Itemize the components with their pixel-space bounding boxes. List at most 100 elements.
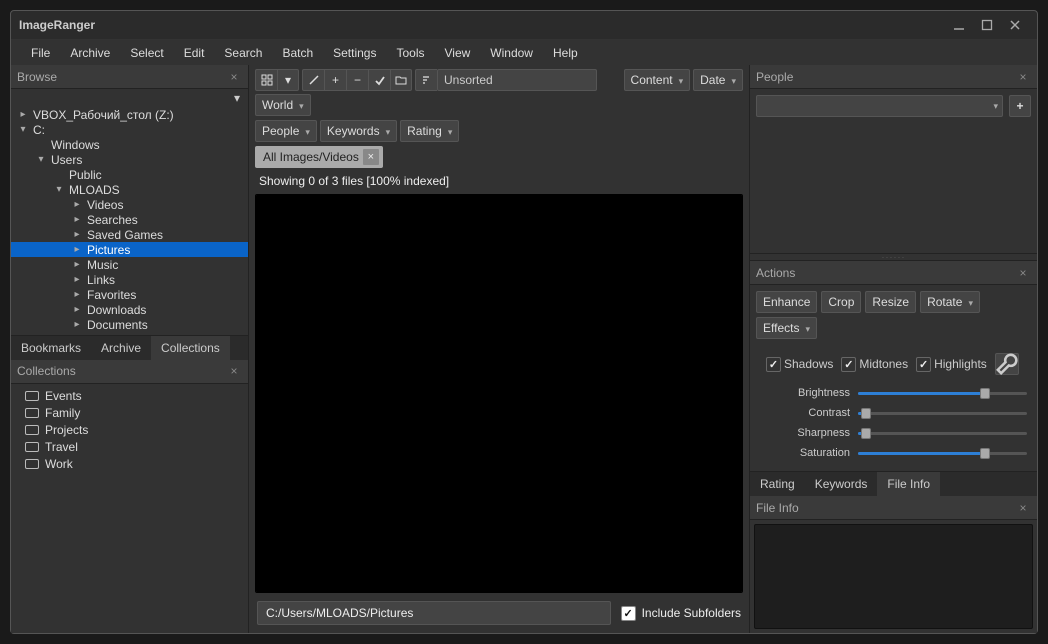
tree-row[interactable]: Links [11, 272, 248, 287]
slider-thumb[interactable] [980, 388, 990, 399]
include-subfolders-checkbox[interactable]: Include Subfolders [621, 606, 741, 621]
slider-thumb[interactable] [980, 448, 990, 459]
edit-button[interactable] [302, 69, 324, 91]
current-path-field[interactable]: C:/Users/MLOADS/Pictures [257, 601, 611, 625]
window-close-button[interactable] [1001, 15, 1029, 35]
people-select-dropdown[interactable] [756, 95, 1003, 117]
filter-content-button[interactable]: Content [624, 69, 691, 91]
menu-view[interactable]: View [437, 42, 479, 64]
menu-window[interactable]: Window [482, 42, 541, 64]
tree-row[interactable]: C: [11, 122, 248, 137]
tab-archive[interactable]: Archive [91, 336, 151, 360]
window-maximize-button[interactable] [973, 15, 1001, 35]
browse-panel-close-icon[interactable]: × [226, 70, 242, 84]
tab-bookmarks[interactable]: Bookmarks [11, 336, 91, 360]
chevron-right-icon[interactable] [71, 199, 83, 210]
slider-sharpness[interactable]: Sharpness [756, 423, 1031, 443]
tree-row[interactable]: Documents [11, 317, 248, 332]
sort-field-dropdown[interactable]: Unsorted [437, 69, 597, 91]
chevron-right-icon[interactable] [71, 259, 83, 270]
slider-contrast[interactable]: Contrast [756, 403, 1031, 423]
slider-thumb[interactable] [861, 428, 871, 439]
folder-button[interactable] [390, 69, 412, 91]
tree-options-dropdown[interactable]: ▾ [11, 91, 248, 107]
effects-button[interactable]: Effects [756, 317, 817, 339]
menu-help[interactable]: Help [545, 42, 586, 64]
tab-rating[interactable]: Rating [750, 472, 805, 496]
filter-chip-close-icon[interactable]: × [363, 149, 379, 165]
view-grid-split-button[interactable]: ▾ [277, 69, 299, 91]
shadows-checkbox[interactable]: Shadows [766, 357, 833, 372]
slider-thumb[interactable] [861, 408, 871, 419]
tab-fileinfo[interactable]: File Info [877, 472, 940, 496]
chevron-right-icon[interactable] [17, 109, 29, 120]
menu-search[interactable]: Search [216, 42, 270, 64]
filter-chip-all[interactable]: All Images/Videos × [255, 146, 383, 168]
sort-direction-button[interactable] [415, 69, 437, 91]
chevron-right-icon[interactable] [71, 304, 83, 315]
remove-button[interactable]: − [346, 69, 368, 91]
filter-date-button[interactable]: Date [693, 69, 743, 91]
chevron-right-icon[interactable] [71, 289, 83, 300]
collection-item[interactable]: Events [11, 388, 248, 405]
tree-row[interactable]: MLOADS [11, 182, 248, 197]
filter-people-button[interactable]: People [255, 120, 317, 142]
thumbnail-viewport[interactable] [255, 194, 743, 593]
tree-row[interactable]: VBOX_Рабочий_стол (Z:) [11, 107, 248, 122]
filter-keywords-button[interactable]: Keywords [320, 120, 397, 142]
chevron-right-icon[interactable] [71, 244, 83, 255]
enhance-button[interactable]: Enhance [756, 291, 817, 313]
collections-panel-close-icon[interactable]: × [226, 364, 242, 378]
chevron-right-icon[interactable] [71, 319, 83, 330]
view-grid-button[interactable] [255, 69, 277, 91]
chevron-right-icon[interactable] [71, 214, 83, 225]
tree-row[interactable]: Saved Games [11, 227, 248, 242]
collection-item[interactable]: Work [11, 456, 248, 473]
rotate-button[interactable]: Rotate [920, 291, 980, 313]
add-button[interactable]: + [324, 69, 346, 91]
confirm-button[interactable] [368, 69, 390, 91]
chevron-down-icon[interactable] [53, 184, 65, 195]
filter-world-button[interactable]: World [255, 94, 311, 116]
menu-settings[interactable]: Settings [325, 42, 384, 64]
window-minimize-button[interactable] [945, 15, 973, 35]
menu-select[interactable]: Select [122, 42, 171, 64]
collection-item[interactable]: Family [11, 405, 248, 422]
menu-batch[interactable]: Batch [274, 42, 321, 64]
highlights-checkbox[interactable]: Highlights [916, 357, 987, 372]
chevron-down-icon[interactable] [17, 124, 29, 135]
slider-brightness[interactable]: Brightness [756, 383, 1031, 403]
tree-row[interactable]: Pictures [11, 242, 248, 257]
midtones-checkbox[interactable]: Midtones [841, 357, 908, 372]
actions-panel-close-icon[interactable]: × [1015, 266, 1031, 280]
adjust-settings-button[interactable] [995, 353, 1019, 375]
crop-button[interactable]: Crop [821, 291, 861, 313]
menu-archive[interactable]: Archive [62, 42, 118, 64]
tree-row[interactable]: Music [11, 257, 248, 272]
tree-row[interactable]: Users [11, 152, 248, 167]
collection-item[interactable]: Travel [11, 439, 248, 456]
resize-button[interactable]: Resize [865, 291, 916, 313]
filter-rating-button[interactable]: Rating [400, 120, 459, 142]
tree-row[interactable]: Videos [11, 197, 248, 212]
menu-file[interactable]: File [23, 42, 58, 64]
fileinfo-panel-close-icon[interactable]: × [1015, 501, 1031, 515]
tree-row[interactable]: Windows [11, 137, 248, 152]
menu-tools[interactable]: Tools [388, 42, 432, 64]
tab-collections[interactable]: Collections [151, 336, 230, 360]
tree-row[interactable]: Downloads [11, 302, 248, 317]
slider-track[interactable] [858, 425, 1027, 441]
tree-row[interactable]: Searches [11, 212, 248, 227]
people-add-button[interactable]: + [1009, 95, 1031, 117]
chevron-down-icon[interactable] [35, 154, 47, 165]
tab-keywords[interactable]: Keywords [805, 472, 878, 496]
tree-row[interactable]: Favorites [11, 287, 248, 302]
slider-track[interactable] [858, 445, 1027, 461]
chevron-right-icon[interactable] [71, 229, 83, 240]
tree-row[interactable]: Public [11, 167, 248, 182]
folder-tree[interactable]: ▾ VBOX_Рабочий_стол (Z:)C:WindowsUsersPu… [11, 89, 248, 335]
slider-track[interactable] [858, 405, 1027, 421]
collection-item[interactable]: Projects [11, 422, 248, 439]
menu-edit[interactable]: Edit [176, 42, 213, 64]
people-panel-close-icon[interactable]: × [1015, 70, 1031, 84]
